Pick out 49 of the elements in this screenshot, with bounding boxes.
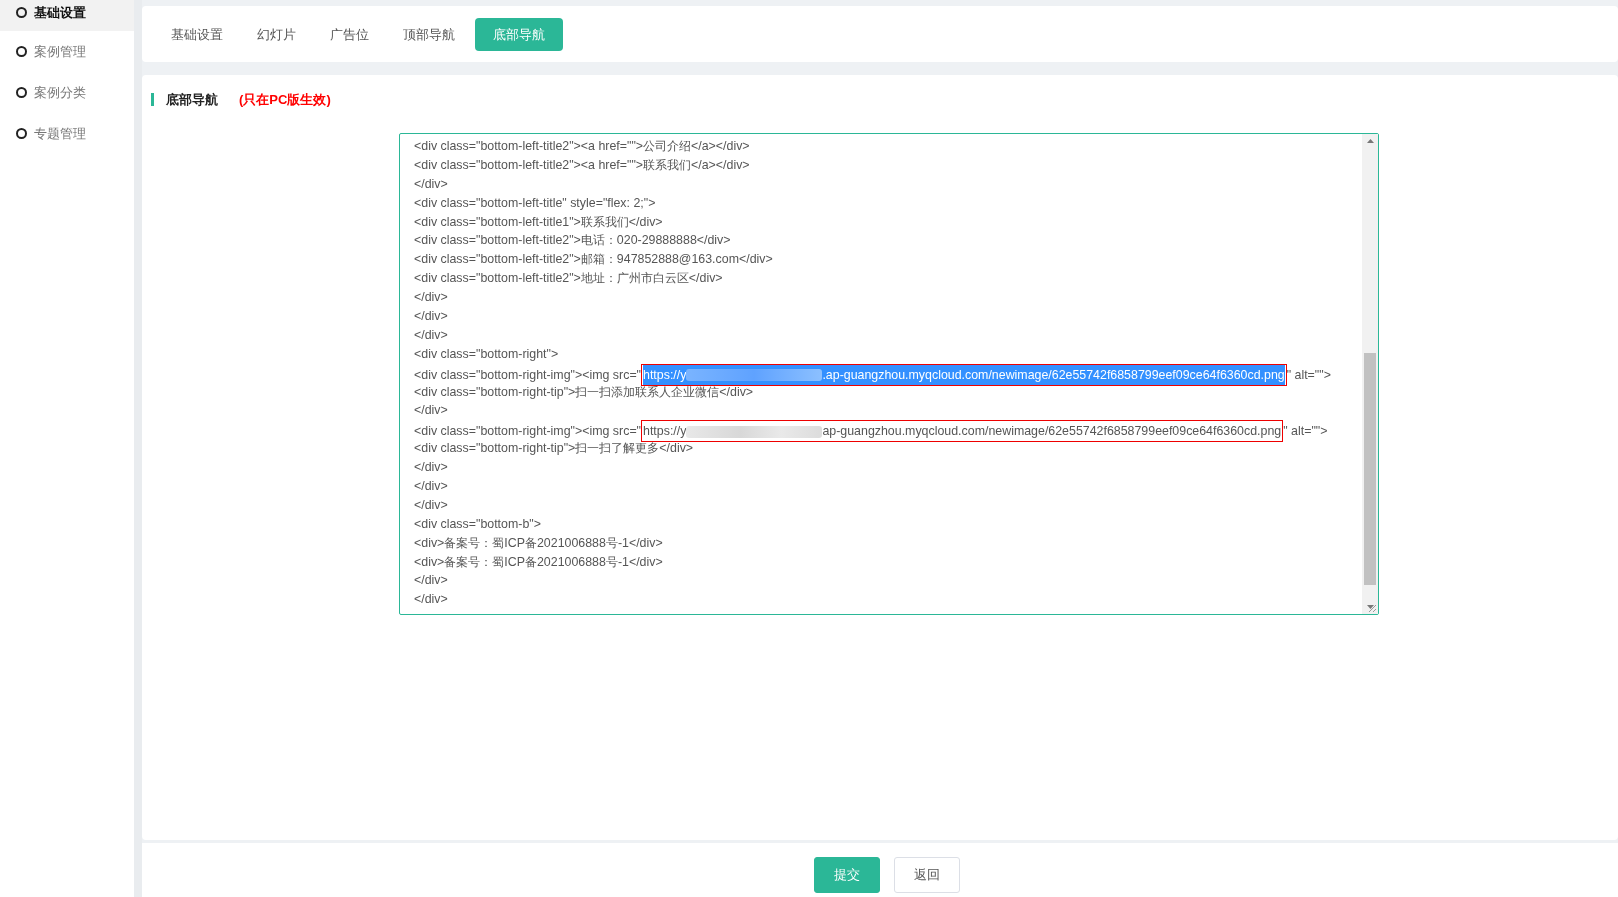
code-line: <div class="bottom-left-title" style="flex: 2;">	[414, 194, 657, 212]
code-line: </div>	[414, 478, 449, 496]
tab[interactable]: 广告位	[316, 17, 383, 51]
code-line: <div class="bottom-right-tip">扫一扫了解更多</div>	[414, 440, 695, 458]
code-editor[interactable]	[399, 133, 1379, 615]
back-button[interactable]: 返回	[894, 857, 960, 893]
code-text: <div class="bottom-right-img"><img src="	[414, 424, 641, 439]
code-line: <div>备案号：蜀ICP备2021006888号-1</div>	[414, 534, 664, 552]
section-note: (只在PC版生效)	[239, 90, 331, 109]
tab[interactable]: 幻灯片	[243, 17, 310, 51]
resize-grip-icon[interactable]	[1368, 604, 1377, 613]
tab[interactable]: 顶部导航	[389, 17, 469, 51]
code-line: <div class="bottom-left-title1">联系我们</div>	[414, 213, 664, 231]
code-line: </div>	[414, 572, 449, 590]
circle-icon	[16, 128, 27, 139]
code-line: <div class="bottom-left-title2"><a href="">公司介绍</a></div>	[414, 138, 751, 155]
code-line: <div class="bottom-right">	[414, 345, 560, 363]
section-title: 底部导航	[166, 90, 218, 109]
sidebar-item[interactable]: 专题管理	[0, 113, 134, 154]
circle-icon	[16, 87, 27, 98]
tab[interactable]: 基础设置	[157, 17, 237, 51]
sidebar-item[interactable]: 案例管理	[0, 31, 134, 72]
code-line: <div class="bottom-right-tip">扫一扫添加联系人企业微信</div>	[414, 383, 755, 401]
code-line: </div>	[414, 459, 449, 477]
code-line: <div>备案号：蜀ICP备2021006888号-1</div>	[414, 553, 664, 571]
code-line: <div class="bottom-left-title2"><a href="">联系我们</a></div>	[414, 156, 751, 174]
scroll-up-icon[interactable]	[1366, 139, 1374, 143]
sidebar-item[interactable]: 基础设置	[0, 0, 134, 31]
code-line: </div>	[414, 402, 449, 420]
code-line: </div>	[414, 289, 449, 307]
sidebar-item[interactable]: 案例分类	[0, 72, 134, 113]
url-text[interactable]: https://y ap-guangzhou.myqcloud.com/newimage/62e55742f6858799eef09ce64f6360cd.png	[643, 421, 1282, 442]
scrollbar[interactable]	[1362, 134, 1378, 614]
code-text: " alt="">	[1283, 424, 1328, 439]
code-line: </div>	[414, 591, 449, 609]
code-text: " alt="">	[1286, 367, 1331, 382]
code-line: <div class="bottom-b">	[414, 515, 542, 533]
code-line: </div>	[414, 308, 449, 325]
scroll-down-icon[interactable]	[1366, 605, 1374, 609]
code-line: </div>	[414, 326, 449, 344]
code-line: <div class="bottom-left-title2">邮箱：947852888@163.com</div>	[414, 251, 774, 269]
code-line: <div class="bottom-left-title2">地址：广州市白云区</div>	[414, 270, 724, 288]
code-line: </div>	[414, 175, 449, 193]
section-marker	[151, 93, 154, 106]
code-text: <div class="bottom-right-img"><img src="	[414, 367, 641, 382]
code-line: </div>	[414, 496, 449, 514]
circle-icon	[16, 7, 27, 18]
circle-icon	[16, 46, 27, 57]
code-line: <div class="bottom-left-title2">电话：020-29888888</div>	[414, 232, 732, 250]
